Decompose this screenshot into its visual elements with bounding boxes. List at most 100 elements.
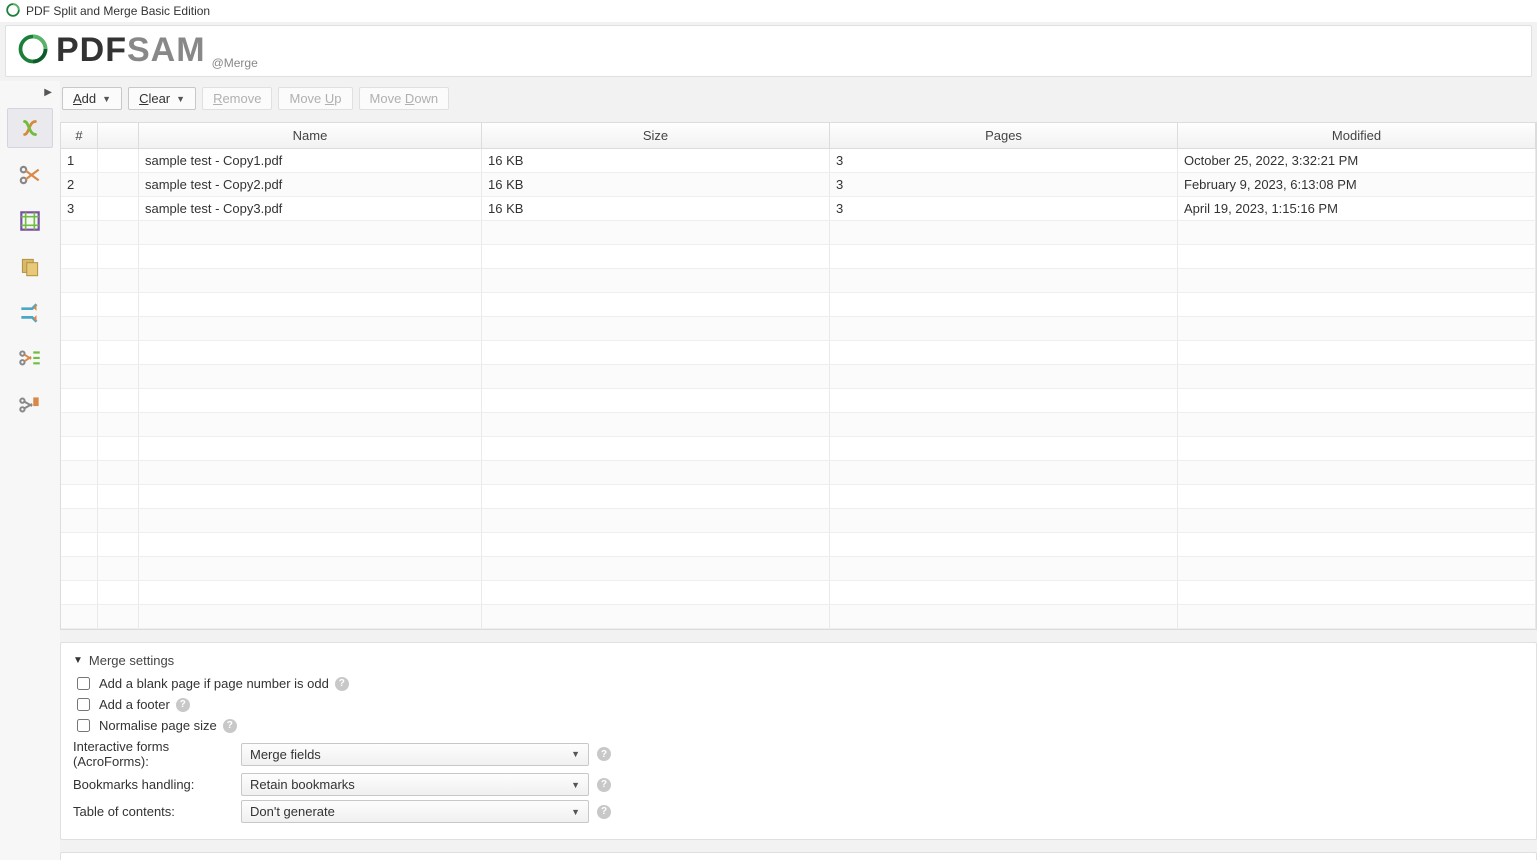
chevron-down-icon: ▼ [571, 749, 580, 759]
logo-sam: SAM [127, 31, 206, 69]
move-down-button[interactable]: Move Down [359, 87, 450, 110]
sidebar: ▶ [0, 81, 60, 860]
rotate-icon [17, 254, 43, 280]
chevron-down-icon: ▼ [102, 94, 111, 104]
table-row[interactable]: 3sample test - Copy3.pdf16 KB3April 19, … [61, 197, 1536, 221]
cell-modified: February 9, 2023, 6:13:08 PM [1178, 173, 1536, 197]
remove-button[interactable]: Remove [202, 87, 272, 110]
sidebar-item-mix[interactable] [8, 294, 52, 332]
col-blank[interactable] [98, 123, 139, 149]
extract-icon [17, 208, 43, 234]
table-row-empty [61, 509, 1536, 533]
table-row-empty [61, 293, 1536, 317]
cell-blank [98, 197, 139, 221]
file-table: # Name Size Pages Modified 1 sample test … [60, 122, 1537, 630]
collapse-icon: ▼ [73, 655, 83, 666]
merge-settings-header[interactable]: ▼ Merge settings [73, 653, 1524, 668]
table-row-empty [61, 461, 1536, 485]
toc-label: Table of contents: [73, 804, 233, 819]
add-mnemonic: A [73, 91, 82, 106]
destination-panel: ▼ Destination file [60, 852, 1537, 860]
bookmarks-label: Bookmarks handling: [73, 777, 233, 792]
cell-name: sample test - Copy2.pdf [139, 173, 482, 197]
sidebar-item-rotate[interactable] [8, 248, 52, 286]
logo: PDFSAM [18, 31, 206, 76]
logo-text: PDFSAM [56, 31, 206, 70]
merge-settings-title: Merge settings [89, 653, 174, 668]
blank-page-checkbox[interactable] [77, 677, 90, 690]
sidebar-item-extract[interactable] [8, 202, 52, 240]
cell-index: 1 [61, 149, 98, 173]
clear-button[interactable]: Clear ▼ [128, 87, 196, 110]
window-titlebar: PDF Split and Merge Basic Edition [0, 0, 1537, 22]
table-row-empty [61, 437, 1536, 461]
col-name[interactable]: Name [139, 123, 482, 149]
sidebar-item-split-size[interactable] [8, 386, 52, 424]
normalise-label: Normalise page size [99, 718, 217, 733]
add-button[interactable]: Add ▼ [62, 87, 122, 110]
help-icon[interactable]: ? [597, 805, 611, 819]
sidebar-item-split[interactable] [8, 156, 52, 194]
logo-icon [18, 34, 48, 67]
expand-sidebar-icon[interactable]: ▶ [0, 85, 60, 100]
add-footer-checkbox[interactable] [77, 698, 90, 711]
help-icon[interactable]: ? [335, 677, 349, 691]
col-number[interactable]: # [61, 123, 98, 149]
cell-index: 3 [61, 197, 98, 221]
merge-settings-panel: ▼ Merge settings Add a blank page if pag… [60, 642, 1537, 840]
cell-modified: April 19, 2023, 1:15:16 PM [1178, 197, 1536, 221]
cell-name: sample test - Copy1.pdf [139, 149, 482, 173]
normalise-checkbox[interactable] [77, 719, 90, 732]
table-row-empty [61, 413, 1536, 437]
table-row[interactable]: 2sample test - Copy2.pdf16 KB3February 9… [61, 173, 1536, 197]
table-row-empty [61, 365, 1536, 389]
app-header: PDFSAM @Merge [5, 25, 1532, 77]
add-footer-label: Add a footer [99, 697, 170, 712]
window-title: PDF Split and Merge Basic Edition [26, 4, 210, 18]
table-row-empty [61, 269, 1536, 293]
file-list-toolbar: Add ▼ Clear ▼ Remove Move Up Move Down [60, 81, 1537, 110]
sidebar-item-merge[interactable] [7, 108, 53, 148]
col-pages[interactable]: Pages [830, 123, 1178, 149]
cell-index: 2 [61, 173, 98, 197]
table-row-empty [61, 317, 1536, 341]
table-row-empty [61, 389, 1536, 413]
chevron-down-icon: ▼ [571, 807, 580, 817]
table-row-empty [61, 557, 1536, 581]
col-modified[interactable]: Modified [1178, 123, 1536, 149]
toc-combo[interactable]: Don't generate ▼ [241, 800, 589, 823]
acroforms-combo[interactable]: Merge fields ▼ [241, 743, 589, 766]
table-row-empty [61, 485, 1536, 509]
logo-pdf: PDF [56, 31, 127, 69]
help-icon[interactable]: ? [597, 778, 611, 792]
table-row-empty [61, 533, 1536, 557]
scissors-size-icon [17, 392, 43, 418]
cell-pages: 3 [830, 197, 1178, 221]
cell-modified: October 25, 2022, 3:32:21 PM [1178, 149, 1536, 173]
app-icon [6, 3, 20, 20]
cell-size: 16 KB [482, 149, 830, 173]
mix-icon [17, 300, 43, 326]
help-icon[interactable]: ? [597, 747, 611, 761]
table-row-empty [61, 581, 1536, 605]
cell-size: 16 KB [482, 173, 830, 197]
cell-size: 16 KB [482, 197, 830, 221]
sidebar-item-split-bookmarks[interactable] [8, 340, 52, 378]
help-icon[interactable]: ? [176, 698, 190, 712]
cell-blank [98, 149, 139, 173]
chevron-down-icon: ▼ [571, 780, 580, 790]
move-up-button[interactable]: Move Up [278, 87, 352, 110]
table-row-empty [61, 605, 1536, 629]
bookmarks-combo[interactable]: Retain bookmarks ▼ [241, 773, 589, 796]
chevron-down-icon: ▼ [176, 94, 185, 104]
merge-icon [17, 115, 43, 141]
help-icon[interactable]: ? [223, 719, 237, 733]
cell-pages: 3 [830, 149, 1178, 173]
table-row-empty [61, 221, 1536, 245]
table-row[interactable]: 1 sample test - Copy1.pdf16 KB3October 25… [61, 149, 1536, 173]
col-size[interactable]: Size [482, 123, 830, 149]
acroforms-value: Merge fields [250, 747, 321, 762]
cell-name: sample test - Copy3.pdf [139, 197, 482, 221]
table-row-empty [61, 245, 1536, 269]
scissors-list-icon [17, 346, 43, 372]
